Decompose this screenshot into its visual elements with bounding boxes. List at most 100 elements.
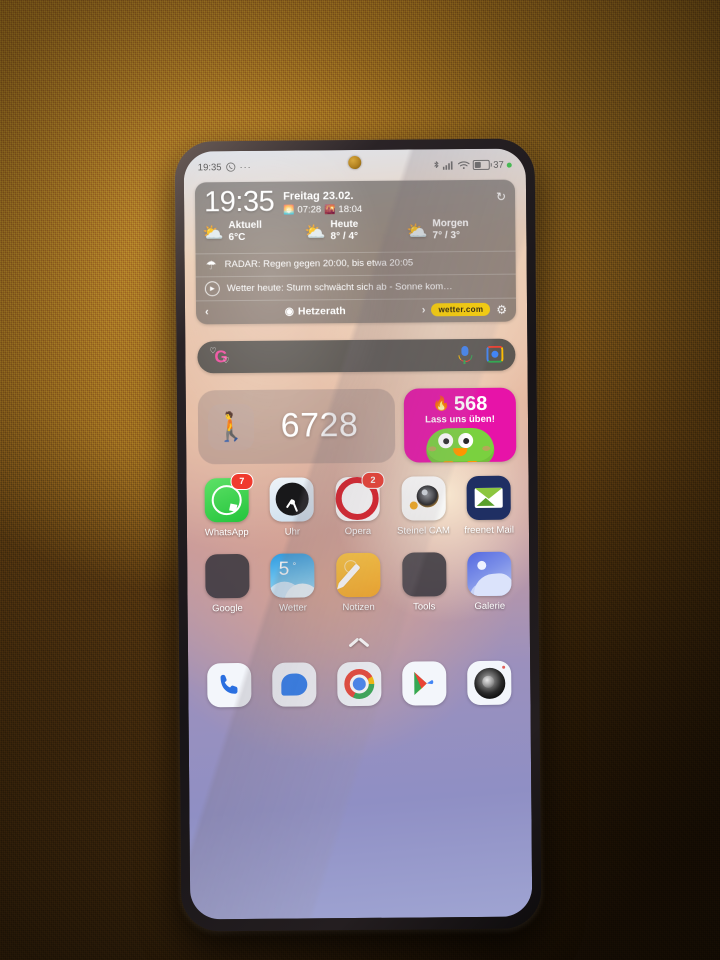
- widget-date: Freitag 23.02.: [283, 190, 354, 203]
- app-grid-row-1: 7 WhatsApp Uhr 2 Opera Steinel CAM freen…: [193, 471, 522, 539]
- bluetooth-icon: [434, 160, 439, 168]
- app-galerie[interactable]: Galerie: [457, 552, 523, 613]
- wetter-com-brand[interactable]: wetter.com: [431, 302, 491, 317]
- google-lens-icon[interactable]: [486, 345, 504, 363]
- steinel-cam-icon[interactable]: [401, 475, 446, 521]
- video-row[interactable]: ▶ Wetter heute: Sturm schwächt sich ab -…: [195, 273, 516, 300]
- google-doodle-hearts-icon[interactable]: ♡ G ♡: [209, 346, 235, 367]
- forecast-value: 6°C: [228, 232, 246, 244]
- dock-item-phone[interactable]: [196, 663, 262, 708]
- umbrella-icon: ☂: [205, 257, 217, 272]
- forecast-label: Morgen: [432, 217, 469, 229]
- app-opera[interactable]: 2 Opera: [325, 471, 391, 537]
- widget-clock: 19:35: [203, 185, 275, 219]
- app-label: Galerie: [474, 601, 506, 613]
- google-search-bar[interactable]: ♡ G ♡: [197, 338, 516, 373]
- app-uhr[interactable]: Uhr: [259, 476, 325, 538]
- radar-row[interactable]: ☂ RADAR: Regen gegen 20:00, bis etwa 20:…: [195, 250, 516, 276]
- app-freenet-mail[interactable]: freenet Mail: [456, 475, 522, 536]
- app-label: Google: [212, 603, 243, 615]
- step-counter-widget[interactable]: 🚶 6728: [197, 388, 396, 464]
- app-wetter[interactable]: 5 ° Wetter: [260, 553, 326, 615]
- tools-folder-icon[interactable]: [401, 552, 447, 598]
- weather-condition-icon: ⛅: [202, 222, 224, 242]
- gallery-icon[interactable]: [467, 552, 512, 597]
- app-label: WhatsApp: [204, 526, 249, 538]
- play-store-icon[interactable]: [402, 661, 447, 706]
- gear-icon[interactable]: ⚙: [496, 302, 507, 316]
- front-camera-notch: [348, 155, 362, 170]
- degree-symbol: °: [292, 560, 297, 571]
- status-more-dots: ···: [239, 161, 252, 173]
- sunrise-icon: 🌅: [283, 204, 295, 215]
- recording-indicator-dot: [506, 162, 512, 168]
- streak-count: 568: [453, 392, 488, 415]
- notes-icon[interactable]: [336, 553, 381, 598]
- app-notizen[interactable]: Notizen: [325, 553, 391, 614]
- forecast-value: 8° / 4°: [330, 231, 359, 243]
- step-count: 6728: [280, 406, 359, 445]
- weather-widget[interactable]: 19:35 Freitag 23.02. 🌅 07:28 🌇 18:04 ↻ ⛅: [194, 179, 517, 324]
- prev-location-button[interactable]: ‹: [205, 306, 209, 318]
- chrome-icon[interactable]: [337, 662, 382, 707]
- notification-badge: 2: [361, 471, 385, 489]
- phone-icon[interactable]: [206, 663, 252, 708]
- forecast-cell-today: ⛅ Heute 8° / 4°: [304, 218, 406, 244]
- weather-condition-icon: ⛅: [406, 220, 428, 241]
- dock-item-messages[interactable]: [261, 662, 327, 708]
- smartphone-device: 19:35 ··· 37 19:35 Freitag 23.02. 🌅 07:2…: [174, 138, 542, 932]
- app-label: Wetter: [279, 602, 307, 615]
- play-glyph: [414, 672, 434, 696]
- camera-led-dot: [502, 666, 506, 670]
- phone-glyph: [220, 675, 238, 695]
- phone-screen[interactable]: 19:35 ··· 37 19:35 Freitag 23.02. 🌅 07:2…: [183, 148, 533, 920]
- notification-badge: 7: [230, 472, 254, 490]
- walking-person-icon: 🚶: [207, 403, 255, 450]
- location-pin-icon: ◉: [284, 305, 294, 318]
- app-label: Uhr: [284, 526, 301, 538]
- duolingo-subtitle: Lass uns üben!: [425, 413, 495, 425]
- app-google-folder[interactable]: Google: [194, 554, 260, 615]
- whatsapp-icon[interactable]: 7: [204, 472, 254, 522]
- dock-item-camera[interactable]: [457, 660, 523, 706]
- app-whatsapp[interactable]: 7 WhatsApp: [193, 472, 259, 538]
- dock-item-play-store[interactable]: [392, 661, 458, 706]
- messages-icon[interactable]: [271, 662, 317, 708]
- battery-percent: 37: [493, 159, 504, 171]
- forecast-cell-tomorrow: ⛅ Morgen 7° / 3°: [406, 217, 508, 243]
- forecast-label: Heute: [330, 218, 359, 230]
- next-location-button[interactable]: ›: [422, 304, 426, 316]
- sunrise-time: 07:28: [297, 203, 322, 216]
- app-grid-row-2: Google 5 ° Wetter Notizen Tools Galerie: [194, 552, 523, 616]
- play-icon: ▶: [204, 280, 220, 296]
- opera-icon[interactable]: 2: [335, 471, 385, 521]
- refresh-button[interactable]: ↻: [496, 187, 506, 204]
- app-drawer-chevron-up-icon[interactable]: [348, 636, 370, 648]
- location-label[interactable]: ◉ Hetzerath: [215, 304, 416, 318]
- search-input[interactable]: [235, 355, 458, 357]
- duolingo-widget[interactable]: 🔥 568 Lass uns üben!: [403, 387, 517, 463]
- wifi-icon: [458, 161, 470, 170]
- forecast-row: ⛅ Aktuell 6°C ⛅ Heute 8° / 4° ⛅ Morgen 7…: [195, 216, 515, 253]
- app-steinel-cam[interactable]: Steinel CAM: [390, 475, 456, 537]
- radar-text: RADAR: Regen gegen 20:00, bis etwa 20:05: [224, 257, 414, 271]
- signal-bars-icon: [443, 161, 453, 170]
- sunset-time: 18:04: [338, 203, 363, 215]
- widget-footer: ‹ ◉ Hetzerath › wetter.com ⚙: [195, 297, 517, 324]
- forecast-label: Aktuell: [228, 219, 262, 231]
- app-tools-folder[interactable]: Tools: [391, 552, 457, 614]
- app-label: freenet Mail: [464, 524, 514, 536]
- camera-icon[interactable]: [467, 660, 512, 706]
- clock-icon[interactable]: [269, 476, 315, 522]
- dock-item-chrome[interactable]: [327, 662, 393, 707]
- weather-icon[interactable]: 5 °: [270, 553, 315, 599]
- sunset-icon: 🌇: [324, 203, 336, 214]
- freenet-mail-icon[interactable]: [466, 475, 512, 520]
- status-bar: 19:35 ··· 37: [184, 149, 526, 178]
- google-folder-icon[interactable]: [204, 554, 250, 599]
- forecast-value: 7° / 3°: [432, 230, 461, 242]
- app-label: Steinel CAM: [397, 524, 450, 537]
- widget-row: 🚶 6728 🔥 568 Lass uns üben!: [197, 387, 517, 464]
- microphone-icon[interactable]: [458, 345, 473, 364]
- battery-icon: [473, 159, 491, 170]
